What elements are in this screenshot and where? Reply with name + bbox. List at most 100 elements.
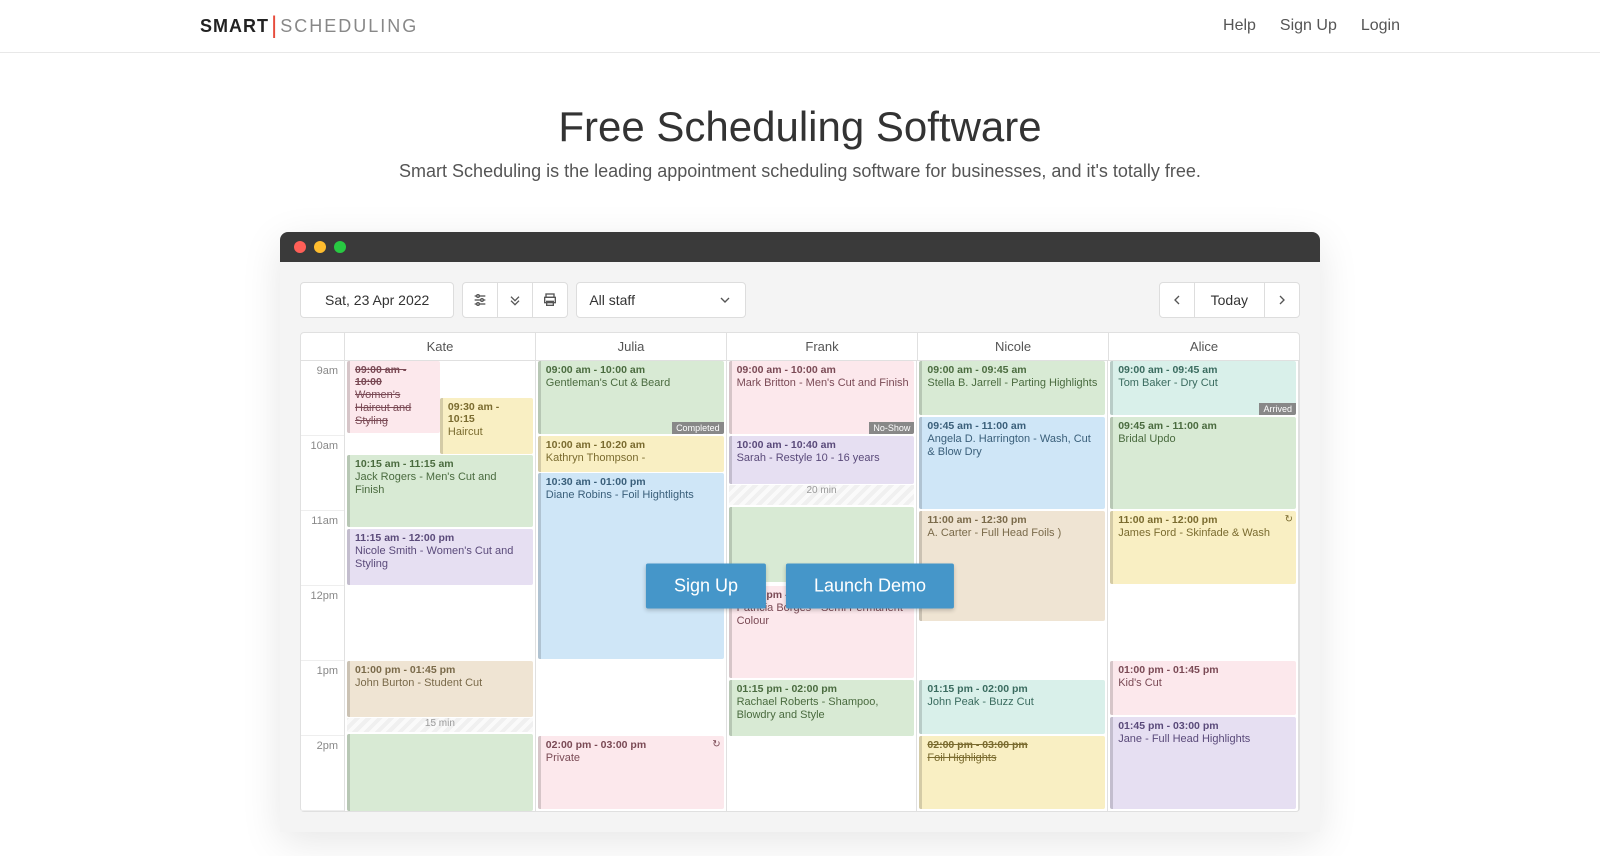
gap-label: 20 min bbox=[729, 485, 915, 505]
nav-help[interactable]: Help bbox=[1223, 17, 1256, 35]
date-nav-group: Today bbox=[1159, 282, 1300, 318]
event-title: Jane - Full Head Highlights bbox=[1118, 733, 1291, 746]
event-time: 09:00 am - 10:00 bbox=[355, 364, 435, 388]
event[interactable] bbox=[347, 734, 533, 811]
status-badge: Arrived bbox=[1259, 403, 1296, 415]
logo-divider-icon: | bbox=[271, 12, 278, 40]
time-gutter: 9am 10am 11am 12pm 1pm 2pm bbox=[301, 361, 345, 811]
column-head-frank[interactable]: Frank bbox=[727, 333, 918, 360]
event[interactable]: 09:00 am - 10:00 am Gentleman's Cut & Be… bbox=[538, 361, 724, 434]
status-badge: Completed bbox=[672, 422, 724, 434]
event[interactable]: 09:00 am - 10:00 Women's Haircut and Sty… bbox=[347, 361, 440, 433]
minimize-icon[interactable] bbox=[314, 241, 326, 253]
event[interactable]: 02:00 pm - 03:00 pm Private ↻ bbox=[538, 736, 724, 809]
cta-overlay: Sign Up Launch Demo bbox=[646, 564, 954, 609]
time-label: 1pm bbox=[301, 661, 344, 736]
event[interactable]: 11:15 am - 12:00 pm Nicole Smith - Women… bbox=[347, 529, 533, 585]
event-title: Rachael Roberts - Shampoo, Blowdry and S… bbox=[737, 696, 910, 722]
event[interactable]: 01:45 pm - 03:00 pm Jane - Full Head Hig… bbox=[1110, 717, 1296, 809]
nav-links: Help Sign Up Login bbox=[1223, 17, 1400, 35]
event[interactable]: 01:00 pm - 01:45 pm John Burton - Studen… bbox=[347, 661, 533, 717]
column-alice[interactable]: 09:00 am - 09:45 am Tom Baker - Dry Cut … bbox=[1108, 361, 1299, 811]
calendar-header: Kate Julia Frank Nicole Alice bbox=[301, 333, 1299, 361]
event-time: 09:45 am - 11:00 am bbox=[927, 420, 1100, 432]
event-title: John Peak - Buzz Cut bbox=[927, 696, 1100, 709]
chevron-left-icon bbox=[1169, 292, 1185, 308]
event[interactable]: 09:00 am - 10:00 am Mark Britton - Men's… bbox=[729, 361, 915, 434]
event[interactable]: 10:00 am - 10:40 am Sarah - Restyle 10 -… bbox=[729, 436, 915, 484]
app-window: Sat, 23 Apr 2022 All staff bbox=[280, 232, 1320, 832]
event-title: Gentleman's Cut & Beard bbox=[546, 377, 719, 390]
print-button[interactable] bbox=[532, 282, 568, 318]
event-title: Angela D. Harrington - Wash, Cut & Blow … bbox=[927, 433, 1100, 459]
staff-select[interactable]: All staff bbox=[576, 282, 746, 318]
event[interactable]: 09:30 am - 10:15 Haircut bbox=[440, 398, 533, 454]
expand-button[interactable] bbox=[497, 282, 533, 318]
cta-launch-demo-button[interactable]: Launch Demo bbox=[786, 564, 954, 609]
event[interactable]: 01:15 pm - 02:00 pm John Peak - Buzz Cut bbox=[919, 680, 1105, 734]
event-time: 10:15 am - 11:15 am bbox=[355, 458, 528, 470]
printer-icon bbox=[542, 292, 558, 308]
event-title: Jack Rogers - Men's Cut and Finish bbox=[355, 471, 528, 497]
prev-day-button[interactable] bbox=[1159, 282, 1195, 318]
nav-signup[interactable]: Sign Up bbox=[1280, 17, 1337, 35]
calendar-body: 9am 10am 11am 12pm 1pm 2pm 09:00 am - 10… bbox=[301, 361, 1299, 811]
event[interactable]: 09:00 am - 09:45 am Tom Baker - Dry Cut … bbox=[1110, 361, 1296, 415]
event-time: 10:30 am - 01:00 pm bbox=[546, 476, 719, 488]
event-time: 11:00 am - 12:00 pm bbox=[1118, 514, 1291, 526]
recurring-icon: ↻ bbox=[712, 739, 720, 750]
event-title: Stella B. Jarrell - Parting Highlights bbox=[927, 377, 1100, 390]
titlebar bbox=[280, 232, 1320, 262]
event-time: 01:15 pm - 02:00 pm bbox=[737, 683, 910, 695]
next-day-button[interactable] bbox=[1264, 282, 1300, 318]
calendar: Kate Julia Frank Nicole Alice 9am 10am 1… bbox=[300, 332, 1300, 812]
hero-subtitle: Smart Scheduling is the leading appointm… bbox=[20, 161, 1580, 182]
event-title: Diane Robins - Foil Hightlights bbox=[546, 489, 719, 502]
event-time: 11:00 am - 12:30 pm bbox=[927, 514, 1100, 526]
recurring-icon: ↻ bbox=[1285, 514, 1293, 525]
event-time: 01:00 pm - 01:45 pm bbox=[355, 664, 528, 676]
toolbar-view-group bbox=[462, 282, 568, 318]
maximize-icon[interactable] bbox=[334, 241, 346, 253]
event[interactable]: 09:45 am - 11:00 am Bridal Updo bbox=[1110, 417, 1296, 509]
event-title: Haircut bbox=[448, 426, 528, 439]
logo-text-scheduling: SCHEDULING bbox=[280, 16, 418, 37]
event-time: 02:00 pm - 03:00 pm bbox=[546, 739, 719, 751]
close-icon[interactable] bbox=[294, 241, 306, 253]
nav-login[interactable]: Login bbox=[1361, 17, 1400, 35]
event-time: 09:00 am - 09:45 am bbox=[1118, 364, 1291, 376]
event[interactable]: 01:00 pm - 01:45 pm Kid's Cut bbox=[1110, 661, 1296, 715]
event[interactable]: 10:00 am - 10:20 am Kathryn Thompson - bbox=[538, 436, 724, 472]
column-kate[interactable]: 09:00 am - 10:00 Women's Haircut and Sty… bbox=[345, 361, 536, 811]
column-head-nicole[interactable]: Nicole bbox=[918, 333, 1109, 360]
date-picker[interactable]: Sat, 23 Apr 2022 bbox=[300, 282, 454, 318]
gap-label: 15 min bbox=[347, 718, 533, 732]
app-body: Sat, 23 Apr 2022 All staff bbox=[280, 262, 1320, 832]
event[interactable]: 01:15 pm - 02:00 pm Rachael Roberts - Sh… bbox=[729, 680, 915, 736]
column-head-alice[interactable]: Alice bbox=[1109, 333, 1299, 360]
event-time: 01:15 pm - 02:00 pm bbox=[927, 683, 1100, 695]
event-title: Nicole Smith - Women's Cut and Styling bbox=[355, 545, 528, 571]
today-button[interactable]: Today bbox=[1194, 282, 1265, 318]
time-label: 12pm bbox=[301, 586, 344, 661]
event[interactable]: 02:00 pm - 03:00 pm Foil Highlights bbox=[919, 736, 1105, 809]
event-title: Women's Haircut and Styling bbox=[355, 389, 435, 429]
logo[interactable]: SMART | SCHEDULING bbox=[200, 12, 418, 40]
event-title: Foil Highlights bbox=[927, 752, 1100, 765]
event[interactable]: 09:45 am - 11:00 am Angela D. Harrington… bbox=[919, 417, 1105, 509]
cta-signup-button[interactable]: Sign Up bbox=[646, 564, 766, 609]
time-label: 10am bbox=[301, 436, 344, 511]
event[interactable]: 10:15 am - 11:15 am Jack Rogers - Men's … bbox=[347, 455, 533, 527]
toolbar: Sat, 23 Apr 2022 All staff bbox=[300, 282, 1300, 318]
filter-button[interactable] bbox=[462, 282, 498, 318]
column-head-kate[interactable]: Kate bbox=[345, 333, 536, 360]
chevron-double-down-icon bbox=[507, 292, 523, 308]
event-title: James Ford - Skinfade & Wash bbox=[1118, 527, 1291, 540]
event[interactable]: 09:00 am - 09:45 am Stella B. Jarrell - … bbox=[919, 361, 1105, 415]
status-badge: No-Show bbox=[869, 422, 914, 434]
event-time: 01:45 pm - 03:00 pm bbox=[1118, 720, 1291, 732]
logo-text-smart: SMART bbox=[200, 16, 269, 37]
chevron-right-icon bbox=[1274, 292, 1290, 308]
event[interactable]: 11:00 am - 12:00 pm James Ford - Skinfad… bbox=[1110, 511, 1296, 584]
column-head-julia[interactable]: Julia bbox=[536, 333, 727, 360]
